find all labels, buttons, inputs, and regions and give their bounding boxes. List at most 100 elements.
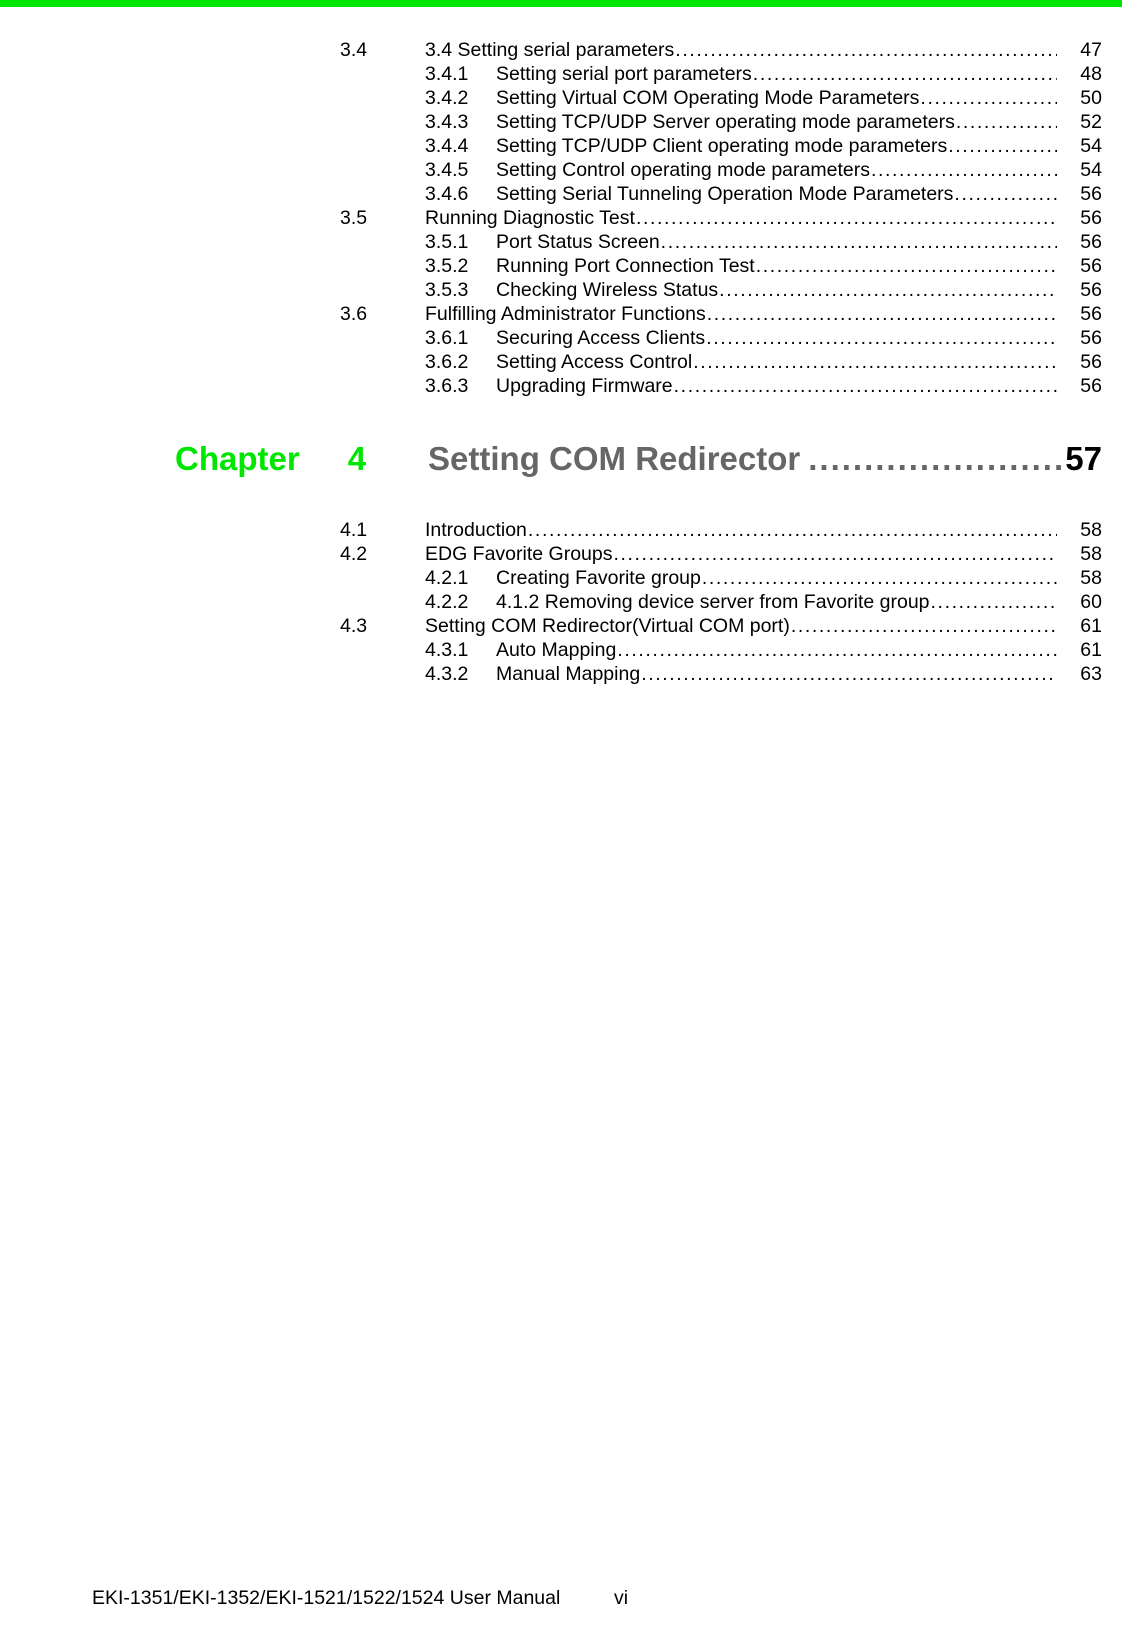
toc-entry-page-number: 56 [1080, 231, 1102, 253]
toc-dot-leader [636, 206, 1057, 230]
toc-entry-page-number: 61 [1080, 615, 1102, 637]
toc-entry-title: Setting TCP/UDP Server operating mode pa… [496, 111, 955, 133]
toc-entry-title: Setting Virtual COM Operating Mode Param… [496, 87, 920, 109]
toc-entry-title: Setting Access Control [496, 351, 693, 373]
toc-entry[interactable]: 4.3.1 Auto Mapping 61 [0, 638, 1122, 662]
toc-dot-leader [693, 350, 1057, 374]
toc-entry-page-number: 61 [1080, 639, 1102, 661]
toc-dot-leader [871, 158, 1057, 182]
toc-dot-leader [641, 662, 1057, 686]
toc-entry[interactable]: 4.3.2 Manual Mapping 63 [0, 662, 1122, 686]
toc-entry[interactable]: 3.4 3.4 Setting serial parameters 47 [0, 38, 1122, 62]
toc-entry-page-number: 50 [1080, 87, 1102, 109]
toc-entry-number: 4.3.1 [425, 639, 469, 661]
toc-entry[interactable]: 4.2.2 4.1.2 Removing device server from F… [0, 590, 1122, 614]
toc-entry-title: Setting serial port parameters [496, 63, 752, 85]
toc-dot-leader [954, 182, 1057, 206]
toc-entry-page-number: 54 [1080, 135, 1102, 157]
toc-dot-leader [617, 638, 1057, 662]
toc-entry-page-number: 48 [1080, 63, 1102, 85]
toc-entry[interactable]: 3.6 Fulfilling Administrator Functions 56 [0, 302, 1122, 326]
toc-dot-leader [920, 86, 1057, 110]
toc-entry-number: 4.2.1 [425, 567, 469, 589]
toc-dot-leader [956, 110, 1057, 134]
toc-dot-leader [706, 326, 1057, 350]
toc-entry-title: Fulfilling Administrator Functions [425, 303, 706, 325]
toc-entry[interactable]: 3.4.2 Setting Virtual COM Operating Mode … [0, 86, 1122, 110]
toc-entry-page-number: 56 [1080, 375, 1102, 397]
toc-entry-number: 3.6.1 [425, 327, 469, 349]
toc-entry[interactable]: 3.4.3 Setting TCP/UDP Server operating mo… [0, 110, 1122, 134]
toc-entry-number: 3.4.4 [425, 135, 469, 157]
toc-entry-title: EDG Favorite Groups [425, 543, 613, 565]
chapter-title: Setting COM Redirector [428, 440, 801, 477]
toc-dot-leader [719, 278, 1057, 302]
toc-entry-title: Setting Serial Tunneling Operation Mode … [496, 183, 954, 205]
toc-dot-leader [931, 590, 1057, 614]
toc-entry[interactable]: 3.6.1 Securing Access Clients 56 [0, 326, 1122, 350]
toc-entry[interactable]: 3.6.2 Setting Access Control 56 [0, 350, 1122, 374]
toc-entry[interactable]: 4.2 EDG Favorite Groups 58 [0, 542, 1122, 566]
toc-entry[interactable]: 4.1 Introduction 58 [0, 518, 1122, 542]
toc-section-chapter-3: 3.4 3.4 Setting serial parameters 47 3.4.1 S… [0, 38, 1122, 398]
chapter-number: 4 [347, 440, 367, 477]
page-footer: EKI-1351/EKI-1352/EKI-1521/1522/1524 Use… [0, 1583, 1122, 1613]
toc-dot-leader [791, 614, 1057, 638]
toc-entry-title: Manual Mapping [496, 663, 641, 685]
footer-folio: vi [613, 1587, 629, 1609]
toc-entry-page-number: 58 [1080, 543, 1102, 565]
toc-entry-page-number: 63 [1080, 663, 1102, 685]
toc-dot-leader [702, 566, 1057, 590]
chapter-page-number: 57 [1065, 440, 1102, 477]
toc-entry[interactable]: 3.4.5 Setting Control operating mode para… [0, 158, 1122, 182]
toc-entry[interactable]: 3.4.1 Setting serial port parameters 48 [0, 62, 1122, 86]
toc-entry-page-number: 58 [1080, 567, 1102, 589]
toc-entry[interactable]: 3.5.2 Running Port Connection Test 56 [0, 254, 1122, 278]
toc-entry-number: 3.4.2 [425, 87, 469, 109]
toc-entry[interactable]: 3.6.3 Upgrading Firmware 56 [0, 374, 1122, 398]
toc-entry-page-number: 58 [1080, 519, 1102, 541]
toc-entry-page-number: 56 [1080, 183, 1102, 205]
top-green-rule [0, 0, 1122, 7]
toc-entry-number: 3.4.1 [425, 63, 469, 85]
toc-entry-page-number: 54 [1080, 159, 1102, 181]
toc-entry-number: 3.4.3 [425, 111, 469, 133]
toc-entry-page-number: 56 [1080, 279, 1102, 301]
toc-dot-leader [528, 518, 1057, 542]
toc-entry-page-number: 56 [1080, 351, 1102, 373]
chapter-label: Chapter [175, 440, 300, 477]
toc-entry-title: Introduction [425, 519, 527, 541]
toc-entry-number: 3.4.5 [425, 159, 469, 181]
toc-entry-number: 3.4 [340, 39, 368, 61]
toc-entry-title: Running Diagnostic Test [425, 207, 635, 229]
toc-entry-title: Upgrading Firmware [496, 375, 673, 397]
toc-entry-number: 3.5 [340, 207, 368, 229]
toc-entry-number: 4.3.2 [425, 663, 469, 685]
toc-entry-title: Setting COM Redirector(Virtual COM port) [425, 615, 790, 637]
toc-entry-number: 4.2 [340, 543, 368, 565]
toc-entry-number: 4.2.2 [425, 591, 469, 613]
toc-entry-title: Securing Access Clients [496, 327, 706, 349]
toc-entry[interactable]: 3.5.3 Checking Wireless Status 56 [0, 278, 1122, 302]
toc-entry[interactable]: 4.3 Setting COM Redirector(Virtual COM po… [0, 614, 1122, 638]
toc-dot-leader [756, 254, 1057, 278]
toc-entry-number: 4.3 [340, 615, 368, 637]
toc-entry-title: 3.4 Setting serial parameters [425, 39, 675, 61]
toc-entry-number: 4.1 [340, 519, 368, 541]
toc-dot-leader [674, 374, 1057, 398]
toc-entry[interactable]: 4.2.1 Creating Favorite group 58 [0, 566, 1122, 590]
toc-dot-leader [675, 38, 1057, 62]
toc-entry[interactable]: 3.5 Running Diagnostic Test 56 [0, 206, 1122, 230]
toc-entry[interactable]: 3.4.6 Setting Serial Tunneling Operation … [0, 182, 1122, 206]
toc-entry[interactable]: 3.5.1 Port Status Screen 56 [0, 230, 1122, 254]
toc-entry-title: Checking Wireless Status [496, 279, 719, 301]
toc-entry-title: 4.1.2 Removing device server from Favori… [496, 591, 930, 613]
toc-entry-number: 3.6.2 [425, 351, 469, 373]
toc-entry-page-number: 56 [1080, 255, 1102, 277]
toc-entry-page-number: 47 [1080, 39, 1102, 61]
toc-entry[interactable]: 3.4.4 Setting TCP/UDP Client operating mo… [0, 134, 1122, 158]
toc-entry-number: 3.6.3 [425, 375, 469, 397]
toc-entry-page-number: 60 [1080, 591, 1102, 613]
toc-dot-leader [948, 134, 1057, 158]
toc-entry-number: 3.4.6 [425, 183, 469, 205]
